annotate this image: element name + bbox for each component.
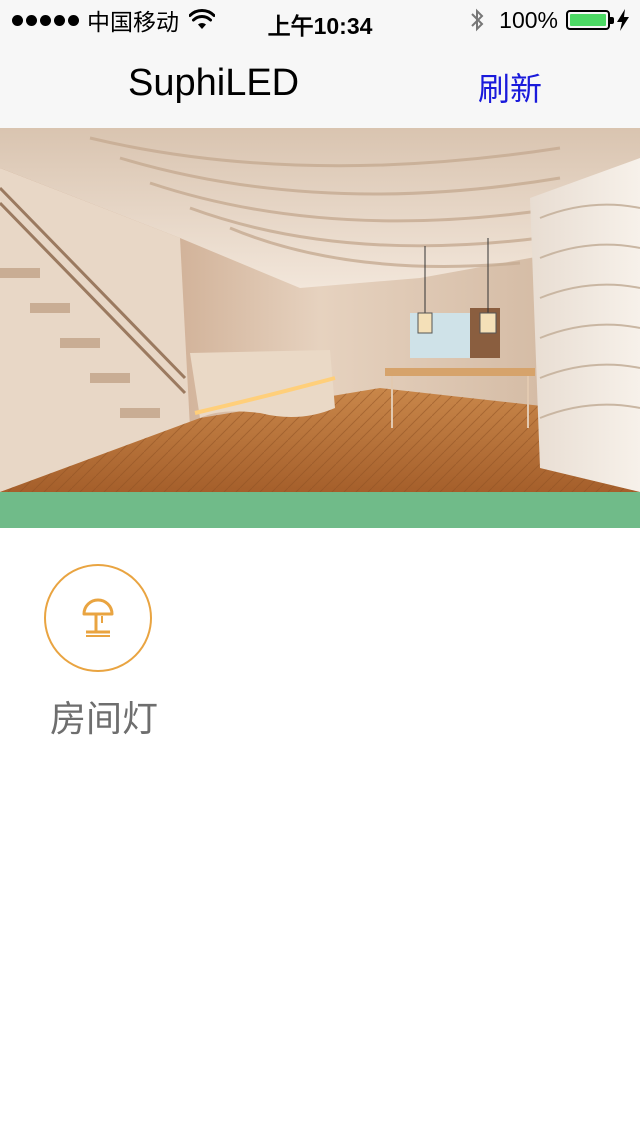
room-light-label: 房间灯 (50, 698, 159, 739)
battery-fill (570, 14, 606, 26)
banner-image (0, 128, 640, 492)
nav-bar: SuphiLED 刷新 (0, 40, 640, 128)
refresh-button[interactable]: 刷新 (478, 64, 542, 110)
room-light-button[interactable] (44, 564, 152, 672)
status-right: 100% (469, 7, 630, 33)
lamp-icon (82, 598, 114, 637)
bluetooth-icon (471, 8, 484, 32)
app-title: SuphiLED (128, 62, 300, 104)
charging-icon (617, 9, 629, 31)
battery-percent: 100% (499, 6, 558, 33)
battery-icon (566, 10, 614, 30)
accent-bar (0, 492, 640, 528)
banner-carousel[interactable] (0, 128, 640, 492)
status-bar: 中国移动 上午10:34 100% (0, 0, 640, 40)
